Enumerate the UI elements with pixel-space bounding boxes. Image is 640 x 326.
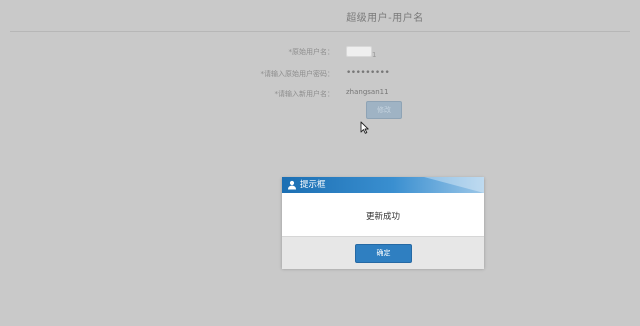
original-password-label: *请输入原始用户密码： xyxy=(260,70,335,78)
new-username-row: *请输入新用户名： zhangsan11 xyxy=(0,86,640,102)
dialog-header: 提示框 xyxy=(282,177,484,193)
original-username-label: *原始用户名： xyxy=(288,48,335,56)
original-username-value: 1 xyxy=(346,46,376,59)
new-username-field[interactable]: zhangsan11 xyxy=(346,88,389,96)
dialog-message: 更新成功 xyxy=(365,212,400,222)
new-username-label: *请输入新用户名： xyxy=(274,90,335,98)
original-password-row: *请输入原始用户密码： ••••••••• xyxy=(0,66,640,82)
alert-dialog: 提示框 更新成功 确定 xyxy=(282,177,484,269)
dialog-footer: 确定 xyxy=(282,236,484,269)
page-title: 超级用户-用户名 xyxy=(346,13,424,24)
mouse-pointer-icon xyxy=(360,121,369,134)
confirm-button[interactable]: 确定 xyxy=(355,244,412,263)
dialog-title: 提示框 xyxy=(300,180,326,190)
original-username-row: *原始用户名： 1 xyxy=(0,44,640,60)
original-username-text: 1 xyxy=(372,51,377,59)
user-icon xyxy=(288,180,296,190)
original-username-chip xyxy=(346,46,372,57)
page-overlay: 超级用户-用户名 *原始用户名： 1 *请输入原始用户密码： •••••••••… xyxy=(0,0,640,326)
original-password-field[interactable]: ••••••••• xyxy=(346,68,390,78)
modify-button[interactable]: 修改 xyxy=(366,101,402,119)
title-divider xyxy=(10,31,630,32)
